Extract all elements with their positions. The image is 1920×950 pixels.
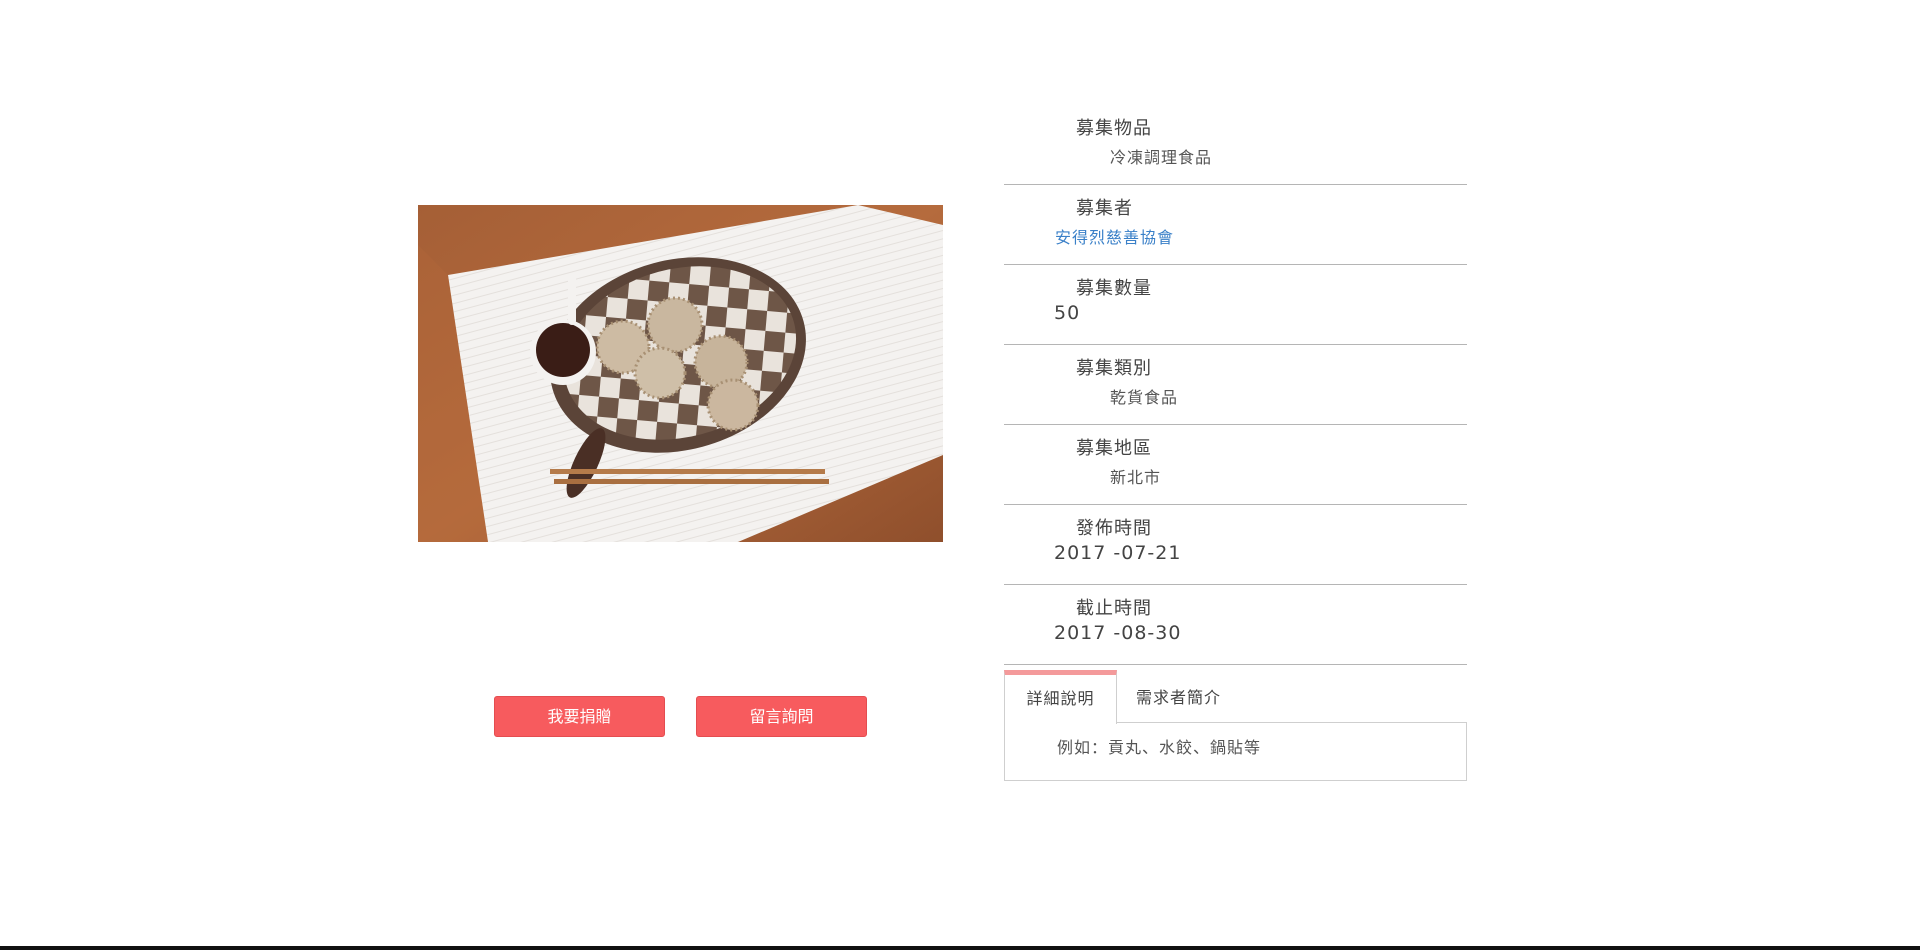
field-item: 募集物品 冷凍調理食品 [1004,105,1467,185]
field-category-value: 乾貨食品 [1110,388,1179,407]
field-deadline: 截止時間 2017 -08-30 [1004,585,1467,665]
field-region-label: 募集地區 [1076,438,1152,459]
field-organizer-label: 募集者 [1076,198,1133,219]
organizer-link[interactable]: 安得烈慈善協會 [1055,224,1174,248]
details-text: 例如：貢丸、水餃、鍋貼等 [1057,738,1262,757]
field-publish-date: 發佈時間 2017 -07-21 [1004,505,1467,585]
field-quantity-value: 50 [1054,302,1081,324]
tab-requester-intro[interactable]: 需求者簡介 [1136,670,1221,723]
field-item-value: 冷凍調理食品 [1110,148,1213,167]
tab-details[interactable]: 詳細說明 [1004,670,1117,724]
field-category-label: 募集類別 [1076,358,1152,379]
item-photo-image [418,205,943,542]
field-organizer: 募集者 安得烈慈善協會 [1004,185,1467,265]
field-category: 募集類別 乾貨食品 [1004,345,1467,425]
field-deadline-label: 截止時間 [1076,598,1152,619]
item-info-list: 募集物品 冷凍調理食品 募集者 安得烈慈善協會 募集數量 50 募集類別 乾貨食… [1004,105,1467,665]
field-quantity-label: 募集數量 [1076,278,1152,299]
item-photo [418,205,943,542]
tab-panel: 例如：貢丸、水餃、鍋貼等 [1004,722,1467,781]
tab-bar: 詳細說明 需求者簡介 [1004,670,1467,724]
field-publish-date-value: 2017 -07-21 [1054,542,1182,564]
donate-button[interactable]: 我要捐贈 [494,696,665,737]
ask-question-button[interactable]: 留言詢問 [696,696,867,737]
detail-tabs: 詳細說明 需求者簡介 例如：貢丸、水餃、鍋貼等 [1004,670,1467,781]
field-region-value: 新北市 [1110,468,1162,487]
field-publish-date-label: 發佈時間 [1076,518,1152,539]
field-item-label: 募集物品 [1076,118,1152,139]
field-quantity: 募集數量 50 [1004,265,1467,345]
donation-item-page: 我要捐贈 留言詢問 募集物品 冷凍調理食品 募集者 安得烈慈善協會 募集數量 5… [0,0,1920,950]
field-deadline-value: 2017 -08-30 [1054,622,1182,644]
field-region: 募集地區 新北市 [1004,425,1467,505]
